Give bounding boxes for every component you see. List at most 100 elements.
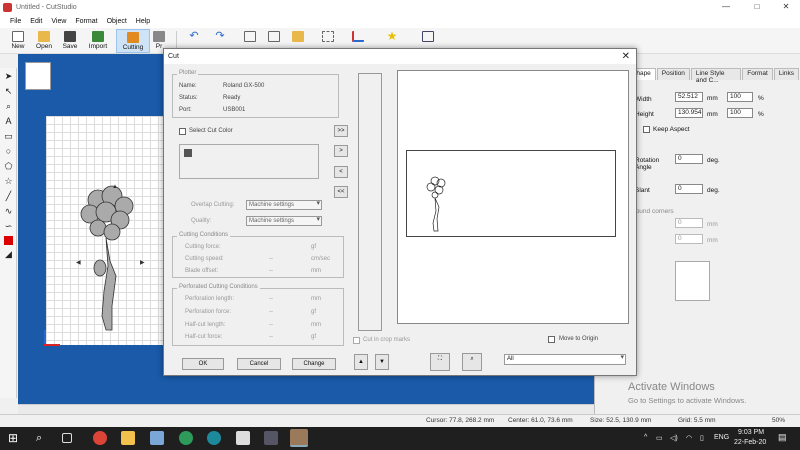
preview-view-select[interactable]: All xyxy=(504,354,626,365)
activate-windows-subtitle: Go to Settings to activate Windows. xyxy=(628,396,747,405)
menu-format[interactable]: Format xyxy=(75,18,97,25)
preview-artwork xyxy=(426,176,446,232)
round-corner-b-input[interactable]: 0 xyxy=(675,234,703,244)
media-icon[interactable] xyxy=(264,431,278,445)
chevron-down-icon: ▼ xyxy=(379,359,385,365)
new-button[interactable]: New xyxy=(6,29,30,53)
tray-date[interactable]: 22-Feb-20 xyxy=(734,439,766,446)
fit-view-button[interactable]: ⛶ xyxy=(430,353,450,371)
tray-volume-icon[interactable]: ◁) xyxy=(670,434,678,442)
close-button[interactable]: ✕ xyxy=(772,0,800,14)
polygon-icon[interactable]: ⬠ xyxy=(2,160,15,173)
menu-view[interactable]: View xyxy=(51,18,66,25)
scroll-down-button[interactable]: ▼ xyxy=(375,354,389,370)
change-button[interactable]: Change xyxy=(292,358,336,370)
width-percent-input[interactable]: 100 xyxy=(727,92,753,102)
ellipse-icon[interactable]: ○ xyxy=(2,145,15,158)
move-to-origin-checkbox[interactable] xyxy=(548,336,555,343)
move-all-left-button[interactable]: << xyxy=(334,186,348,198)
file-explorer-icon[interactable] xyxy=(121,431,135,445)
cutting-button[interactable]: Cutting xyxy=(116,29,150,53)
tray-time[interactable]: 9:03 PM xyxy=(738,429,764,436)
menu-edit[interactable]: Edit xyxy=(30,18,42,25)
task-view-icon[interactable] xyxy=(62,433,72,443)
overlap-cutting-select[interactable]: Machine settings xyxy=(246,200,322,210)
width-input[interactable]: 52.512 xyxy=(675,92,703,102)
overlap-cutting-label: Overlap Cutting: xyxy=(191,202,235,208)
height-percent-input[interactable]: 100 xyxy=(727,108,753,118)
quality-select[interactable]: Machine settings xyxy=(246,216,322,226)
cancel-button[interactable]: Cancel xyxy=(237,358,281,370)
chrome-icon[interactable] xyxy=(93,431,107,445)
line-icon[interactable]: ╱ xyxy=(2,190,15,203)
tray-network-icon[interactable]: ▭ xyxy=(656,434,663,442)
import-button[interactable]: Import xyxy=(84,29,112,53)
preview-slider-track[interactable] xyxy=(358,73,382,331)
balloon-figure-artwork[interactable]: ▲ ◀ ▶ xyxy=(46,116,164,345)
menu-object[interactable]: Object xyxy=(107,18,127,25)
move-all-right-button[interactable]: >> xyxy=(334,125,348,137)
zoom-preview-button[interactable]: ⌕ xyxy=(462,353,482,371)
color-fill-icon[interactable] xyxy=(4,236,13,245)
search-icon[interactable]: ⌕ xyxy=(36,431,50,445)
curve-icon[interactable]: ∿ xyxy=(2,205,15,218)
notification-icon[interactable]: ▤ xyxy=(778,432,787,443)
move-right-button[interactable]: > xyxy=(334,145,348,157)
window-title: Untitled - CutStudio xyxy=(16,3,77,11)
perforation-length-unit: mm xyxy=(311,296,321,302)
ok-button[interactable]: OK xyxy=(182,358,224,370)
keep-aspect-checkbox[interactable] xyxy=(643,126,650,133)
drawing-page[interactable]: ▲ ◀ ▶ xyxy=(46,116,164,345)
cut-icon xyxy=(244,31,256,42)
scroll-up-button[interactable]: ▲ xyxy=(354,354,368,370)
dialog-close-icon[interactable]: ✕ xyxy=(622,49,630,64)
app-teal-icon[interactable] xyxy=(207,431,221,445)
minimize-button[interactable]: — xyxy=(712,0,740,14)
open-button[interactable]: Open xyxy=(32,29,56,53)
menu-help[interactable]: Help xyxy=(136,18,150,25)
tab-line-style[interactable]: Line Style and C... xyxy=(690,68,742,84)
cut-crop-marks-checkbox[interactable] xyxy=(353,337,360,344)
round-corner-a-input[interactable]: 0 xyxy=(675,218,703,228)
height-unit: mm xyxy=(707,111,718,118)
slant-input[interactable]: 0 xyxy=(675,184,703,194)
height-label: Height xyxy=(635,111,654,118)
tab-position[interactable]: Position xyxy=(656,68,690,80)
rotation-input[interactable]: 0 xyxy=(675,154,703,164)
height-input[interactable]: 130.954 xyxy=(675,108,703,118)
dialog-title: Cut xyxy=(168,53,179,60)
color-swatch[interactable] xyxy=(184,149,192,157)
freehand-icon[interactable]: ∽ xyxy=(2,220,15,233)
tray-chevron-icon[interactable]: ^ xyxy=(644,434,647,441)
tray-battery-icon[interactable]: ▯ xyxy=(700,434,704,442)
width-label: Width xyxy=(635,96,652,103)
horizontal-scrollbar[interactable] xyxy=(18,404,594,414)
select-cut-color-checkbox[interactable] xyxy=(179,128,186,135)
cutstudio-taskbar-icon[interactable] xyxy=(290,429,308,447)
select-arrow-icon[interactable]: ➤ xyxy=(2,70,15,83)
menu-file[interactable]: File xyxy=(10,18,21,25)
photos-icon[interactable] xyxy=(236,431,250,445)
app-green-icon[interactable] xyxy=(179,431,193,445)
rectangle-icon[interactable]: ▭ xyxy=(2,130,15,143)
line-color-icon[interactable]: ◢ xyxy=(2,248,15,261)
windows-start-icon[interactable]: ⊞ xyxy=(8,431,22,445)
import-icon xyxy=(92,31,104,42)
halfcut-length-label: Half-cut length: xyxy=(185,322,226,328)
text-icon[interactable]: A xyxy=(2,115,15,128)
tab-links[interactable]: Links xyxy=(773,68,799,80)
move-left-button[interactable]: < xyxy=(334,166,348,178)
cut-color-list[interactable] xyxy=(179,144,319,179)
paint-icon[interactable] xyxy=(150,431,164,445)
halfcut-length-value: -- xyxy=(269,322,273,328)
tray-wifi-icon[interactable]: ◠ xyxy=(686,434,692,442)
status-zoom: 50% xyxy=(772,417,786,424)
maximize-button[interactable]: □ xyxy=(743,0,771,14)
tab-format[interactable]: Format xyxy=(742,68,773,80)
tray-language[interactable]: ENG xyxy=(714,434,729,441)
save-button[interactable]: Save xyxy=(58,29,82,53)
app-icon xyxy=(3,2,12,12)
node-edit-icon[interactable]: ↖ xyxy=(2,85,15,98)
star-tool-icon[interactable]: ☆ xyxy=(2,175,15,188)
zoom-icon[interactable]: ⌕ xyxy=(2,100,15,113)
